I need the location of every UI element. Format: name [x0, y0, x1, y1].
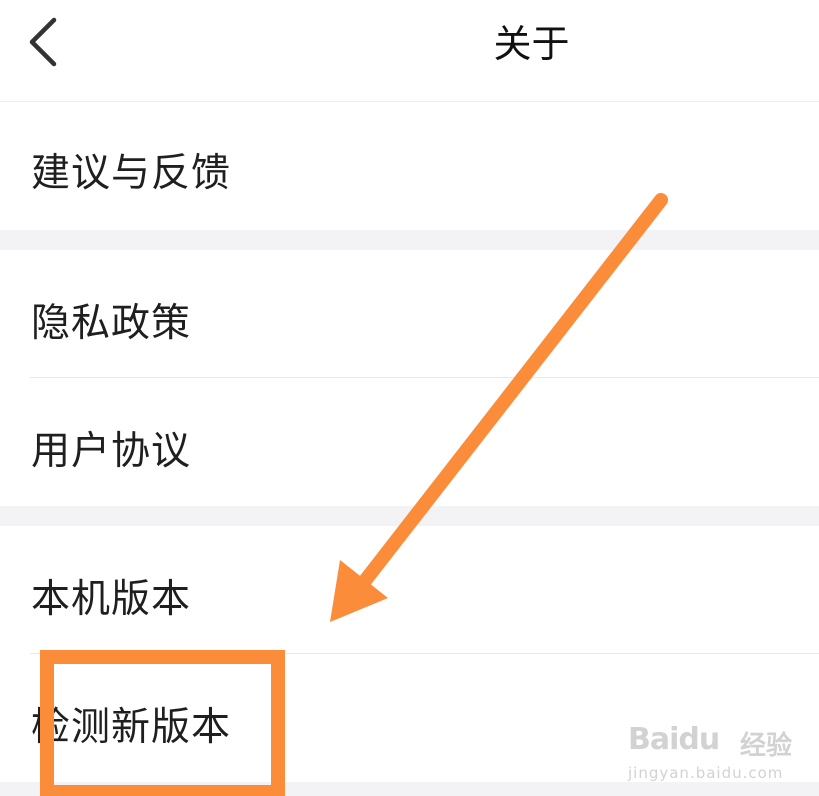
watermark-url: jingyan.baidu.com: [628, 764, 784, 782]
watermark-text: 经验: [740, 731, 793, 761]
menu-item-device-version[interactable]: 本机版本: [0, 526, 819, 653]
menu-item-privacy-policy[interactable]: 隐私政策: [0, 250, 819, 378]
baidu-watermark: Baidu 经验 jingyan.baidu.com: [624, 708, 804, 788]
section-gap: [0, 506, 819, 526]
app-header: 关于: [0, 0, 819, 102]
menu-item-label: 本机版本: [31, 577, 192, 622]
section-gap: [0, 230, 819, 250]
menu-item-label: 用户协议: [31, 429, 192, 474]
menu-item-label: 建议与反馈: [31, 151, 232, 196]
watermark-logo: Baidu: [628, 722, 720, 757]
menu-item-label: 隐私政策: [31, 301, 192, 346]
menu-item-user-agreement[interactable]: 用户协议: [0, 378, 819, 506]
page-title: 关于: [493, 22, 570, 66]
menu-item-label: 检测新版本: [31, 705, 232, 750]
menu-item-feedback[interactable]: 建议与反馈: [0, 102, 819, 230]
